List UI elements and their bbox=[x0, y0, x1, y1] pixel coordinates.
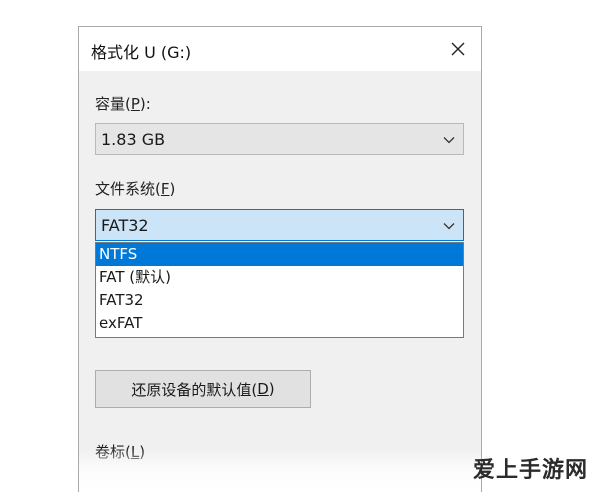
filesystem-option[interactable]: exFAT bbox=[96, 312, 463, 335]
close-button[interactable] bbox=[441, 33, 475, 65]
volume-label-label: 卷标(L) bbox=[95, 443, 146, 461]
restore-defaults-button[interactable]: 还原设备的默认值(D) bbox=[95, 370, 311, 408]
filesystem-option[interactable]: FAT32 bbox=[96, 289, 463, 312]
close-icon bbox=[451, 42, 465, 56]
chevron-down-icon bbox=[443, 223, 455, 230]
capacity-select[interactable]: 1.83 GB bbox=[95, 123, 464, 155]
format-dialog: 格式化 U (G:) 容量(P): 1.83 GB 文件系统(F) FAT32 … bbox=[78, 26, 482, 492]
filesystem-value: FAT32 bbox=[101, 216, 149, 235]
chevron-down-icon bbox=[443, 137, 455, 144]
capacity-value: 1.83 GB bbox=[101, 130, 166, 149]
watermark: 爱上手游网 bbox=[472, 458, 588, 483]
filesystem-option[interactable]: NTFS bbox=[96, 243, 463, 266]
filesystem-select[interactable]: FAT32 bbox=[95, 209, 464, 241]
title-bar: 格式化 U (G:) bbox=[79, 27, 481, 71]
dialog-title: 格式化 U (G:) bbox=[91, 43, 192, 62]
filesystem-label: 文件系统(F) bbox=[95, 180, 176, 198]
filesystem-dropdown-list: NTFS FAT (默认) FAT32 exFAT bbox=[95, 242, 464, 338]
capacity-label: 容量(P): bbox=[95, 95, 151, 113]
filesystem-option[interactable]: FAT (默认) bbox=[96, 266, 463, 289]
